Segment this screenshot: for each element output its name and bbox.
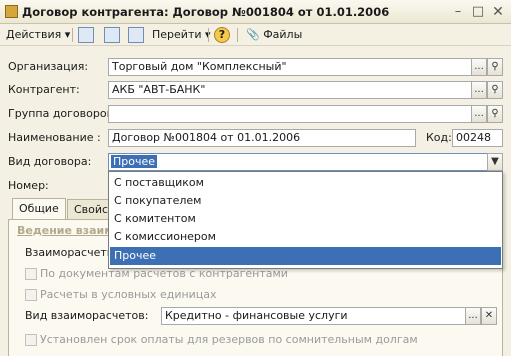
organization-open-button[interactable]: ⚲ [487, 58, 503, 76]
tab-general[interactable]: Общие [12, 198, 66, 220]
contract-group-label: Группа договоров: [8, 107, 117, 120]
contractor-label: Контрагент: [8, 83, 80, 96]
maximize-icon[interactable]: □ [470, 4, 486, 20]
code-label: Код: [426, 131, 452, 144]
organization-label: Организация: [8, 60, 89, 73]
organization-select-button[interactable]: ... [471, 58, 487, 76]
settlement-type-label: Вид взаиморасчетов: [25, 309, 149, 322]
clear-icon: ✕ [484, 310, 494, 321]
contract-type-value: Прочее [111, 155, 158, 168]
magnifier-icon: ⚲ [491, 84, 499, 95]
close-icon[interactable]: ✕ [490, 4, 506, 20]
organization-field[interactable]: Торговый дом "Комплексный" [108, 58, 472, 76]
contract-group-select-button[interactable]: ... [471, 105, 487, 123]
settlement-type-clear-button[interactable]: ✕ [481, 307, 497, 325]
dropdown-option[interactable]: С комитентом [110, 210, 501, 228]
contract-type-dropdown-button[interactable]: ▼ [487, 153, 503, 171]
paperclip-icon: 📎 [246, 28, 260, 41]
toolbar-separator [237, 28, 238, 42]
actions-label: Действия [6, 28, 62, 41]
section-title: Ведение взаим [17, 224, 114, 237]
settlement-type-select-button[interactable]: ... [465, 307, 481, 325]
name-field[interactable]: Договор №001804 от 01.01.2006 [108, 129, 416, 147]
help-button[interactable]: ? [214, 27, 230, 43]
by-docs-checkbox[interactable] [25, 268, 37, 280]
contract-type-label: Вид договора: [8, 155, 92, 168]
files-button[interactable]: 📎 Файлы [246, 27, 302, 43]
toolbar: Действия ▾ Перейти ▾ ? 📎 Файлы [0, 24, 511, 46]
contractor-select-button[interactable]: ... [471, 81, 487, 99]
help-icon: ? [218, 28, 226, 41]
files-label: Файлы [263, 28, 303, 41]
contractor-open-button[interactable]: ⚲ [487, 81, 503, 99]
minimize-icon[interactable]: – [450, 4, 466, 20]
actions-menu[interactable]: Действия ▾ [6, 27, 70, 43]
window-title: Договор контрагента: Договор №001804 от … [22, 5, 390, 19]
save-icon[interactable] [78, 27, 94, 43]
settlements-label: Взаиморасчеты [25, 246, 116, 259]
payment-term-label: Установлен срок оплаты для резервов по с… [40, 333, 418, 346]
toolbar-separator [72, 28, 73, 42]
settlement-type-field[interactable]: Кредитно - финансовые услуги [161, 307, 466, 325]
title-bar: Договор контрагента: Договор №001804 от … [0, 0, 511, 24]
document-icon [5, 5, 18, 18]
code-field[interactable]: 00248 [452, 129, 503, 147]
refresh-icon[interactable] [104, 27, 120, 43]
payment-term-checkbox[interactable] [25, 334, 37, 346]
contract-group-field[interactable] [108, 105, 472, 123]
conventional-units-checkbox[interactable] [25, 289, 37, 301]
dropdown-option[interactable]: С покупателем [110, 192, 501, 210]
name-label: Наименование : [8, 131, 101, 144]
goto-label: Перейти [152, 28, 202, 41]
contractor-field[interactable]: АКБ "АВТ-БАНК" [108, 81, 472, 99]
dropdown-option-selected[interactable]: Прочее [110, 247, 501, 265]
dropdown-arrow-icon: ▾ [64, 28, 71, 41]
contract-type-select[interactable]: Прочее [108, 153, 488, 171]
structure-icon[interactable] [128, 27, 144, 43]
magnifier-icon: ⚲ [491, 61, 499, 72]
toolbar-separator [208, 28, 209, 42]
magnifier-icon: ⚲ [491, 108, 499, 119]
contract-type-dropdown-list: С поставщиком С покупателем С комитентом… [108, 171, 503, 269]
goto-menu[interactable]: Перейти ▾ [152, 27, 211, 43]
conventional-units-label: Расчеты в условных единицах [40, 288, 217, 301]
dropdown-option[interactable]: С комиссионером [110, 228, 501, 246]
chevron-down-icon: ▼ [491, 156, 499, 167]
contract-group-open-button[interactable]: ⚲ [487, 105, 503, 123]
number-label: Номер: [8, 179, 49, 192]
dropdown-option[interactable]: С поставщиком [110, 174, 501, 192]
